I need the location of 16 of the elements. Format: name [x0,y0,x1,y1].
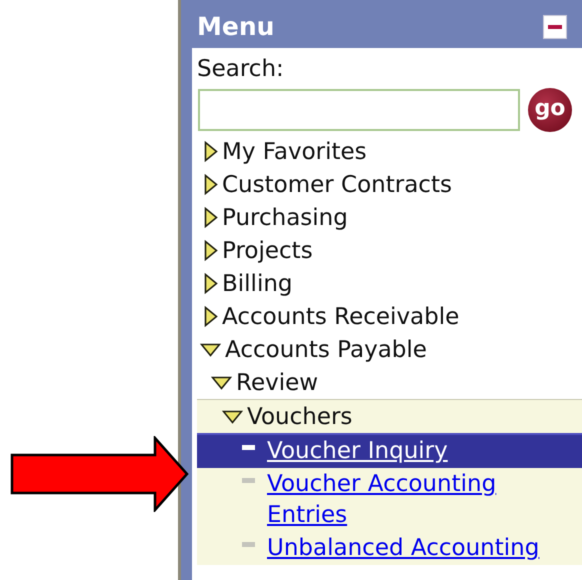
menu-folder[interactable]: Accounts Payable [225,336,427,362]
menu-folder[interactable]: Review [236,370,318,396]
menu-link[interactable]: Voucher Accounting Entries [267,469,569,531]
menu-link[interactable]: Voucher Inquiry [267,436,448,467]
menu-folder[interactable]: Purchasing [222,204,348,230]
menu-folder[interactable]: Accounts Receivable [222,304,460,330]
menu-folder[interactable]: Vouchers [247,404,352,430]
menu-title: Menu [197,12,274,41]
menu-folder[interactable]: Billing [222,270,293,296]
go-button[interactable]: go [528,88,572,132]
search-label: Search: [197,55,285,84]
menu-folder[interactable]: My Favorites [222,138,367,164]
menu-folder[interactable]: Customer Contracts [222,172,452,198]
menu-folder[interactable]: Projects [222,238,313,264]
selected-row[interactable]: Voucher Inquiry [197,433,582,468]
menu-link[interactable]: Unbalanced Accounting [267,533,540,564]
